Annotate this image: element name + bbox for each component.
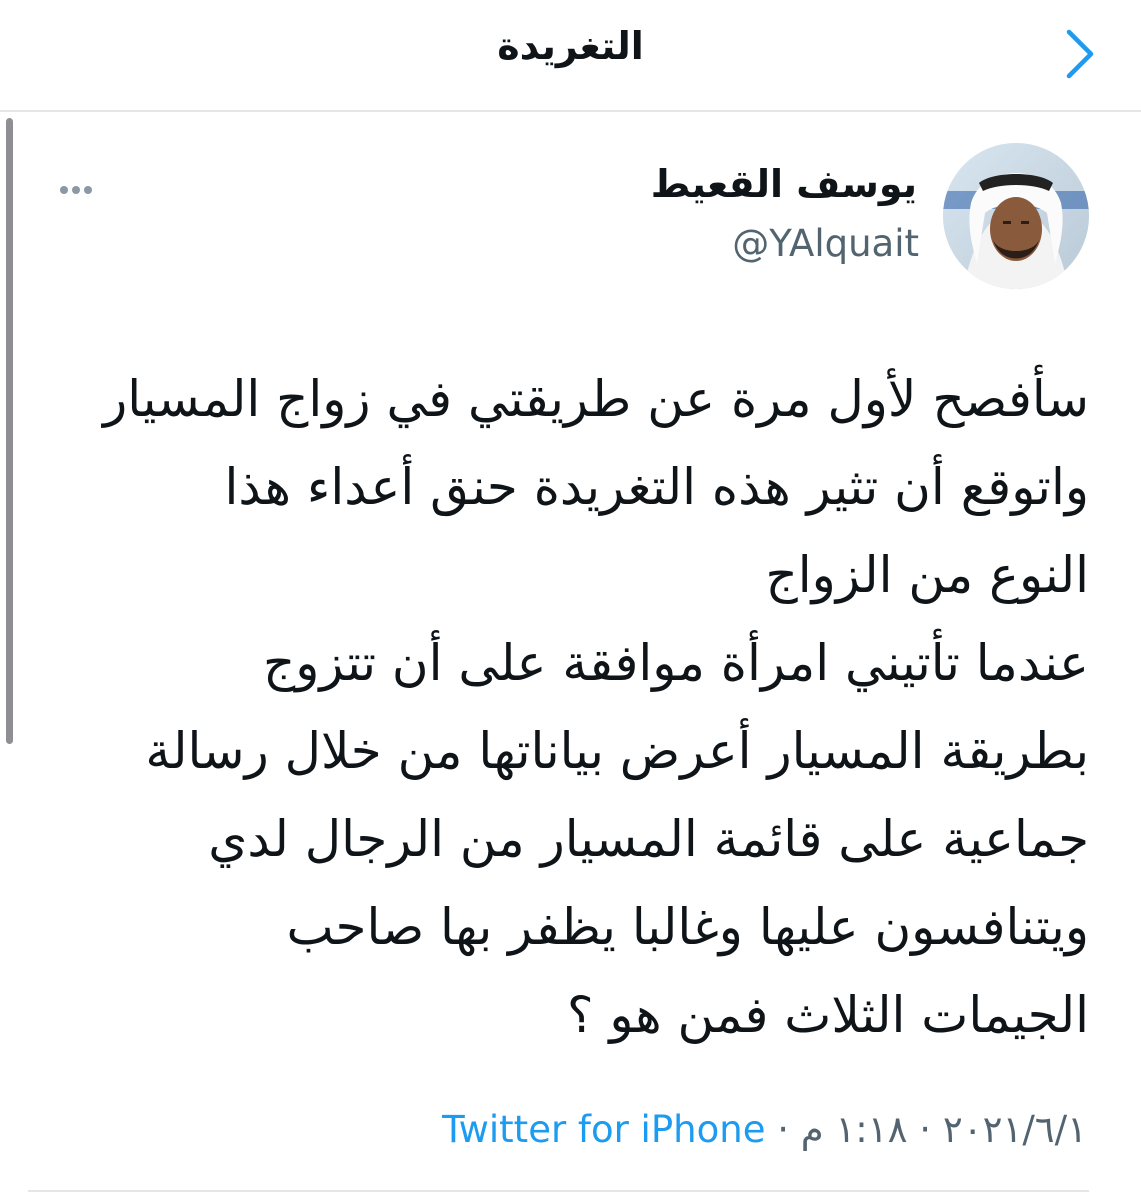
avatar-photo <box>943 143 1089 289</box>
tweet-date: ٢٠٢١/٦/١ <box>942 1108 1087 1151</box>
scroll-indicator[interactable] <box>6 118 13 744</box>
chevron-right-icon <box>1066 29 1094 79</box>
tweet-detail-screen: التغريدة يوسف القعيط @YAlquait سأفصح لأو… <box>0 0 1141 1200</box>
divider <box>28 1190 1089 1192</box>
page-title: التغريدة <box>497 24 644 68</box>
tweet-time: ١:١٨ م <box>800 1108 908 1151</box>
more-horizontal-icon <box>60 186 92 194</box>
more-options-button[interactable] <box>52 172 100 208</box>
back-button[interactable] <box>1059 26 1099 82</box>
author-display-name[interactable]: يوسف القعيط <box>651 162 917 206</box>
tweet-line: الجيمات الثلاث فمن هو ؟ <box>567 986 1089 1044</box>
navigation-header: التغريدة <box>0 0 1141 112</box>
tweet-meta: ٢٠٢١/٦/١ · ١:١٨ م · Twitter for iPhone <box>442 1108 1087 1151</box>
tweet-line: النوع من الزواج <box>765 546 1089 604</box>
tweet-text: سأفصح لأول مرة عن طريقتي في زواج المسيار… <box>28 355 1089 1059</box>
tweet-line: واتوقع أن تثير هذه التغريدة حنق أعداء هذ… <box>224 458 1089 516</box>
tweet-line: عندما تأتيني امرأة موافقة على أن تتزوج <box>262 634 1089 692</box>
avatar[interactable] <box>943 143 1089 289</box>
tweet-line: سأفصح لأول مرة عن طريقتي في زواج المسيار <box>103 370 1089 428</box>
tweet-source-link[interactable]: Twitter for iPhone <box>442 1108 765 1151</box>
meta-separator: · <box>777 1108 789 1151</box>
meta-separator: · <box>919 1108 932 1151</box>
tweet-line: بطريقة المسيار أعرض بياناتها من خلال رسا… <box>145 722 1089 780</box>
tweet-line: ويتنافسون عليها وغالبا يظفر بها صاحب <box>286 898 1089 956</box>
author-handle[interactable]: @YAlquait <box>732 222 919 265</box>
tweet-line: جماعية على قائمة المسيار من الرجال لدي <box>208 810 1089 868</box>
